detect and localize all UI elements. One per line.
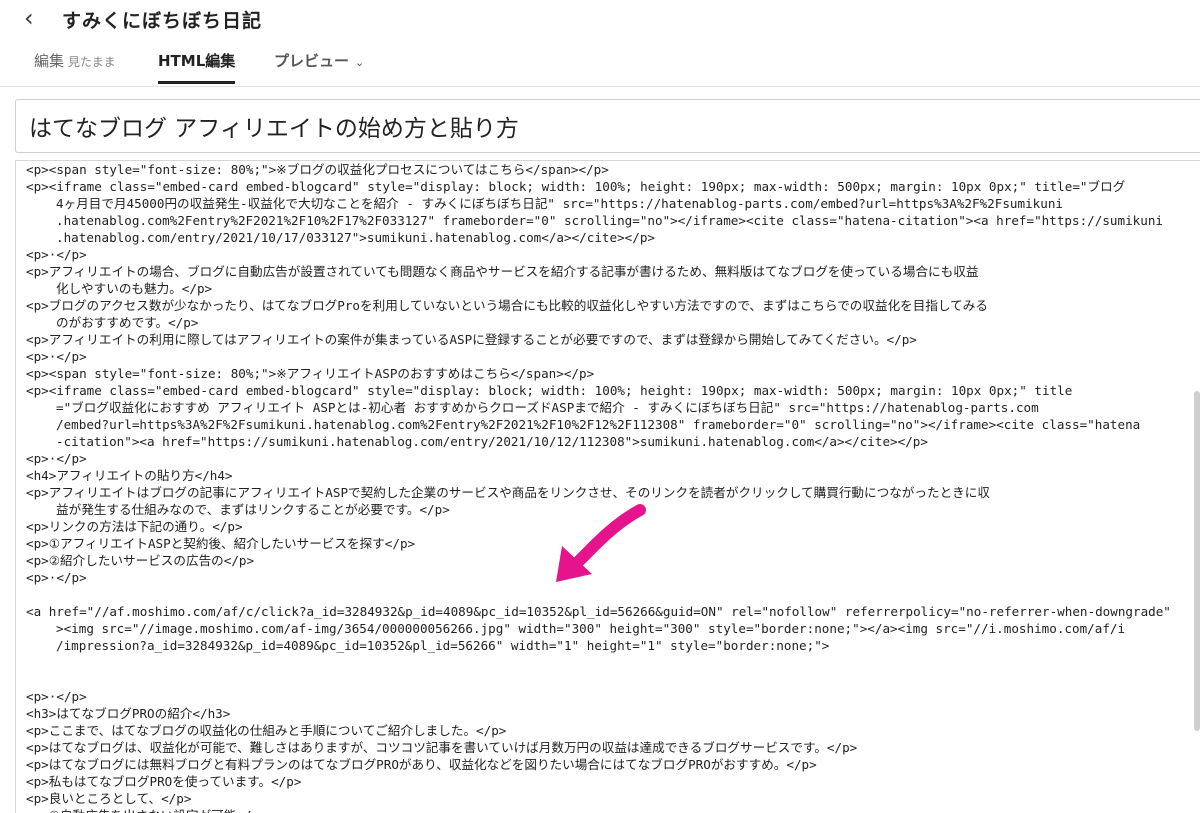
tab-edit-label: 編集 — [34, 52, 65, 70]
code-line[interactable]: <p>①自動広告を出さない設定が可能</p> — [26, 807, 267, 813]
tab-preview[interactable]: プレビュー ⌄ — [274, 50, 364, 84]
code-line[interactable]: <p><span style="font-size: 80%;">※ブログの収益… — [26, 161, 609, 178]
code-line[interactable]: <p>はてなブログには無料ブログと有料プランのはてなブログPROがあり、収益化な… — [26, 756, 817, 773]
tab-html-edit-label: HTML編集 — [158, 52, 236, 70]
code-line[interactable]: <p>①アフィリエイトASPと契約後、紹介したいサービスを探す</p> — [26, 535, 415, 552]
code-line[interactable]: <p><span style="font-size: 80%;">※アフィリエイ… — [26, 365, 594, 382]
code-line[interactable]: <p>アフィリエイトの場合、ブログに自動広告が設置されていても問題なく商品やサー… — [26, 263, 978, 280]
tab-edit-sublabel: 見たまま — [68, 55, 116, 69]
code-line[interactable]: <h4>アフィリエイトの貼り方</h4> — [26, 467, 233, 484]
tabs-divider — [0, 86, 1200, 87]
chevron-left-icon[interactable]: ‹ — [24, 4, 46, 32]
tab-html-edit[interactable]: HTML編集 — [158, 50, 236, 84]
arrow-icon — [556, 504, 646, 582]
code-line[interactable]: .hatenablog.com/entry/2021/10/17/033127"… — [56, 229, 655, 246]
code-line[interactable]: <p>·</p> — [26, 688, 87, 705]
tab-preview-label: プレビュー — [274, 52, 350, 70]
code-line[interactable]: <p>②紹介したいサービスの広告の</p> — [26, 552, 254, 569]
active-tab-indicator — [158, 81, 236, 84]
app-header: ‹ すみくにぼちぼち日記 — [0, 0, 1200, 38]
chevron-down-icon[interactable]: ⌄ — [355, 56, 364, 69]
code-line[interactable]: 益が発生する仕組みなので、まずはリンクすることが必要です。</p> — [56, 501, 450, 518]
code-line[interactable]: のがおすすめです。</p> — [56, 314, 198, 331]
code-line[interactable]: <p>ブログのアクセス数が少なかったり、はてなブログProを利用していないという… — [26, 297, 988, 314]
code-line[interactable]: ><img src="//image.moshimo.com/af-img/36… — [56, 620, 1125, 637]
code-line[interactable]: <p><iframe class="embed-card embed-blogc… — [26, 178, 1125, 195]
code-line[interactable]: 4ヶ月目で月45000円の収益発生-収益化で大切なことを紹介 - すみくにぼちぼ… — [56, 195, 1063, 212]
code-line[interactable]: .hatenablog.com%2Fentry%2F2021%2F10%2F17… — [56, 212, 1163, 229]
code-line[interactable]: <p>アフィリエイトの利用に際してはアフィリエイトの案件が集まっているASPに登… — [26, 331, 917, 348]
code-line[interactable]: <p>リンクの方法は下記の通り。</p> — [26, 518, 243, 535]
code-line[interactable]: <p><iframe class="embed-card embed-blogc… — [26, 382, 1072, 399]
code-line[interactable]: <h3>はてなブログPROの紹介</h3> — [26, 705, 230, 722]
code-line[interactable]: <p>アフィリエイトはブログの記事にアフィリエイトASPで契約した企業のサービス… — [26, 484, 990, 501]
article-title-input[interactable]: はてなブログ アフィリエイトの始め方と貼り方 — [29, 109, 519, 143]
html-code-editor[interactable]: <p><span style="font-size: 80%;">※ブログの収益… — [15, 160, 1200, 813]
code-line[interactable]: <a href="//af.moshimo.com/af/c/click?a_i… — [26, 603, 1171, 620]
code-line[interactable]: -citation"><a href="https://sumikuni.hat… — [56, 433, 928, 450]
code-line[interactable]: <p>·</p> — [26, 246, 87, 263]
editor-scrollbar[interactable] — [1194, 391, 1200, 731]
article-title-field[interactable]: はてなブログ アフィリエイトの始め方と貼り方 — [15, 99, 1200, 153]
code-line[interactable]: 化しやすいのも魅力。</p> — [56, 280, 212, 297]
code-line[interactable]: <p>はてなブログは、収益化が可能で、難しさはありますが、コツコツ記事を書いてい… — [26, 739, 857, 756]
code-line[interactable]: /embed?url=https%3A%2F%2Fsumikuni.hatena… — [56, 416, 1140, 433]
code-line[interactable]: ="ブログ収益化におすすめ アフィリエイト ASPとは-初心者 おすすめからクロ… — [56, 399, 1039, 416]
code-line[interactable]: <p>·</p> — [26, 348, 87, 365]
code-line[interactable]: <p>·</p> — [26, 450, 87, 467]
code-line[interactable]: <p>ここまで、はてなブログの収益化の仕組みと手順についてご紹介しました。</p… — [26, 722, 506, 739]
code-line[interactable]: /impression?a_id=3284932&p_id=4089&pc_id… — [56, 637, 829, 654]
code-line[interactable]: <p>私もはてなブログPROを使っています。</p> — [26, 773, 301, 790]
editor-mode-tabs: 編集 見たまま HTML編集 プレビュー ⌄ — [0, 40, 1200, 86]
tab-edit[interactable]: 編集 見たまま — [34, 50, 116, 84]
code-line[interactable]: <p>·</p> — [26, 569, 87, 586]
code-line[interactable]: <p>良いところとして、</p> — [26, 790, 191, 807]
blog-title: すみくにぼちぼち日記 — [62, 10, 263, 32]
